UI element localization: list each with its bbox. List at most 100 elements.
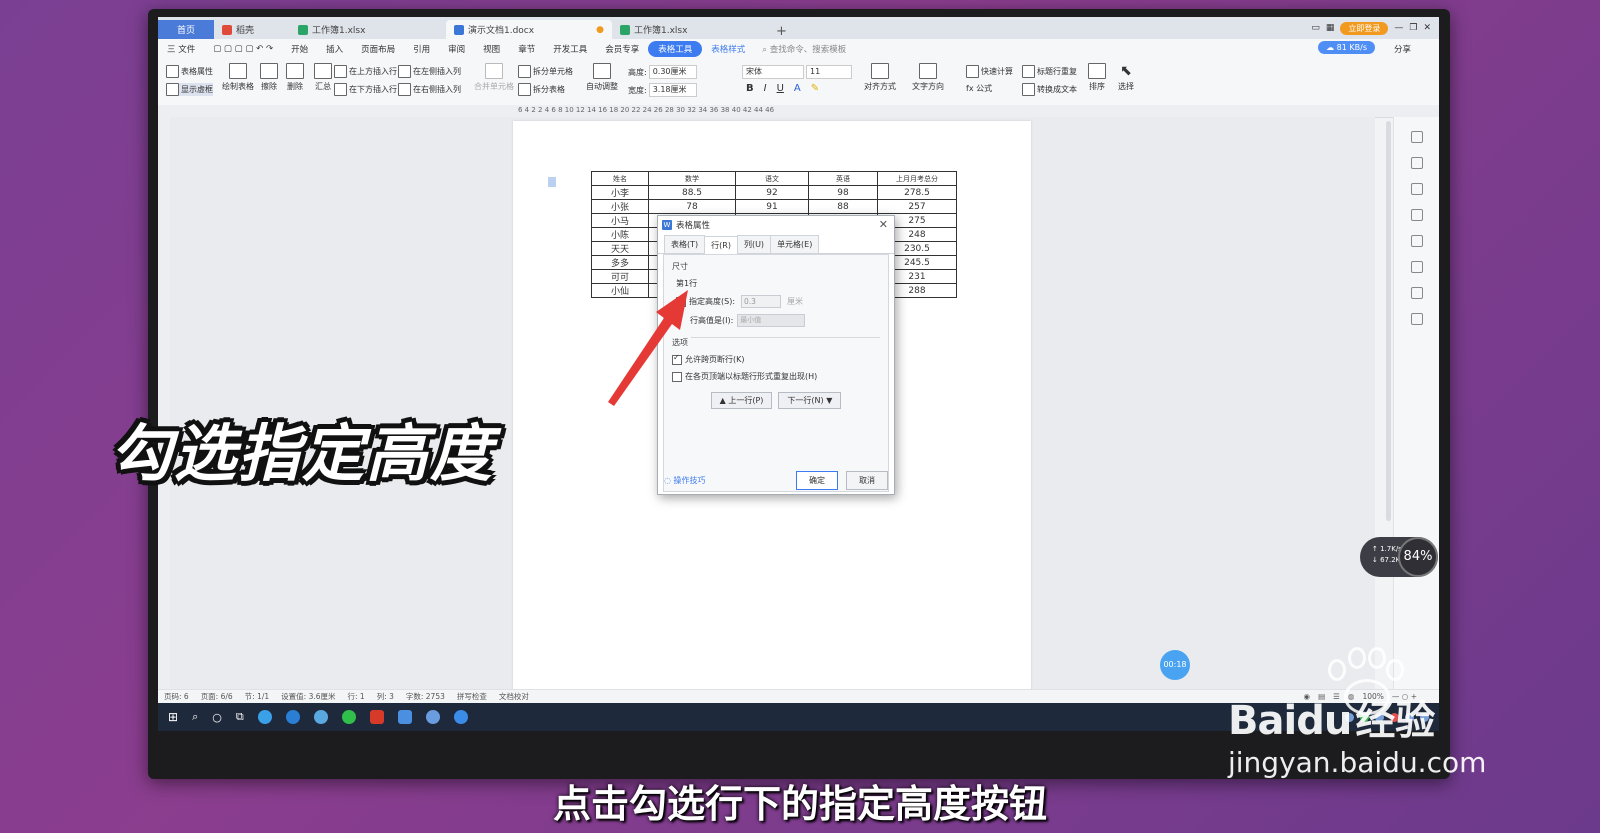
highlight-icon[interactable]: ✎	[811, 83, 819, 94]
cortana-icon[interactable]: ○	[212, 711, 222, 724]
align-button[interactable]: 对齐方式	[864, 63, 896, 92]
quick-access-icons[interactable]: ▢ ▢ ▢ ▢ ↶ ↷	[204, 44, 282, 54]
table-cell[interactable]: 小张	[591, 199, 649, 214]
delete-button[interactable]: 删除	[286, 63, 304, 92]
summary-button[interactable]: 汇总	[314, 63, 332, 92]
menu-table-tools[interactable]: 表格工具	[648, 41, 703, 57]
network-monitor-widget[interactable]: ↑ 1.7K/s ↓ 67.2K/s 84%	[1360, 537, 1438, 577]
grid-icon[interactable]: ▦	[1326, 23, 1335, 33]
row-height-mode-select[interactable]: 最小值	[737, 314, 806, 327]
search-icon[interactable]: ⌕	[192, 710, 198, 724]
table-cell[interactable]: 小陈	[591, 227, 649, 242]
pointer-icon[interactable]	[1410, 183, 1423, 195]
menu-developer[interactable]: 开发工具	[544, 43, 596, 55]
cancel-button[interactable]: 取消	[846, 470, 888, 490]
quick-calc-button[interactable]: 快速计算	[966, 65, 1013, 78]
unit-select[interactable]: 厘米	[787, 296, 803, 307]
tab-docer[interactable]: 稻壳	[214, 20, 290, 39]
font-family-select[interactable]: 宋体	[742, 65, 804, 79]
menu-insert[interactable]: 插入	[317, 43, 352, 55]
table-cell[interactable]: 92	[735, 185, 809, 200]
edge-icon[interactable]	[285, 710, 300, 724]
wechat-icon[interactable]	[341, 710, 356, 724]
browser-icon[interactable]	[257, 710, 272, 724]
layout-icon[interactable]: ▭	[1311, 23, 1320, 33]
restore-icon[interactable]: ❐	[1409, 23, 1417, 33]
task-view-icon[interactable]: ⧉	[236, 710, 244, 724]
vertical-scrollbar[interactable]	[1386, 121, 1391, 521]
table-cell[interactable]: 英语	[808, 171, 878, 186]
review-icon[interactable]	[1410, 261, 1423, 273]
windows-start-icon[interactable]: ⊞	[168, 710, 178, 724]
insert-row-below-button[interactable]: 在下方插入行	[334, 83, 397, 96]
menu-start[interactable]: 开始	[282, 43, 317, 55]
tab-workbook-2[interactable]: 工作簿1.xlsx	[612, 20, 768, 39]
split-cells-button[interactable]: 拆分单元格	[518, 65, 573, 78]
height-input[interactable]: 0.3	[741, 295, 782, 308]
table-cell[interactable]: 上月月考总分	[877, 171, 957, 186]
tab-workbook-1[interactable]: 工作簿1.xlsx	[290, 20, 446, 39]
remote-icon[interactable]	[397, 710, 412, 724]
browser2-icon[interactable]	[453, 710, 468, 724]
insert-col-left-button[interactable]: 在左侧插入列	[398, 65, 461, 78]
table-cell[interactable]: 天天	[591, 241, 649, 256]
tab-home[interactable]: 首页	[158, 20, 214, 39]
table-cell[interactable]: 小李	[591, 185, 649, 200]
recording-timer[interactable]: 00:18	[1160, 650, 1190, 680]
merge-cells-button[interactable]: 合并单元格	[474, 63, 514, 92]
add-tab-icon[interactable]: +	[768, 24, 795, 39]
ok-button[interactable]: 确定	[796, 470, 838, 490]
menu-section[interactable]: 章节	[509, 43, 544, 55]
style-icon[interactable]	[1410, 131, 1423, 143]
menu-view[interactable]: 视图	[474, 43, 509, 55]
settings-sliders-icon[interactable]	[1410, 209, 1423, 221]
table-cell[interactable]: 88.5	[648, 185, 736, 200]
pen-icon[interactable]	[1410, 157, 1423, 169]
title-repeat-button[interactable]: 标题行重复	[1022, 65, 1077, 78]
table-cell[interactable]: 语文	[735, 171, 809, 186]
status-item[interactable]: 拼写检查	[457, 691, 487, 702]
italic-button[interactable]: I	[764, 83, 767, 94]
menu-review[interactable]: 审阅	[439, 43, 474, 55]
menu-references[interactable]: 引用	[404, 43, 439, 55]
shield-icon[interactable]	[1410, 313, 1423, 325]
erase-button[interactable]: 擦除	[260, 63, 278, 92]
text-direction-button[interactable]: 文字方向	[912, 63, 944, 92]
location-icon[interactable]	[1410, 287, 1423, 299]
table-header-row[interactable]: 姓名 数学 语文 英语 上月月考总分	[591, 171, 957, 186]
table-properties-button[interactable]: 表格属性	[166, 65, 213, 78]
bold-button[interactable]: B	[746, 83, 754, 94]
status-item[interactable]: 文档校对	[499, 691, 529, 702]
table-cell[interactable]: 数学	[648, 171, 736, 186]
table-cell[interactable]: 多多	[591, 255, 649, 270]
auto-fit-button[interactable]: 自动调整	[586, 63, 618, 92]
insert-col-right-button[interactable]: 在右侧插入列	[398, 83, 461, 96]
table-cell[interactable]: 姓名	[591, 171, 649, 186]
col-width-input[interactable]: 3.18厘米	[648, 83, 697, 97]
menu-table-style[interactable]: 表格样式	[702, 43, 754, 55]
table-cell[interactable]: 78	[648, 199, 736, 214]
network-app-icon[interactable]	[425, 710, 440, 724]
underline-button[interactable]: U	[777, 83, 784, 94]
tab-cell[interactable]: 单元格(E)	[770, 235, 820, 253]
search-command-input[interactable]: ⌕ 查找命令、搜索模板	[762, 43, 846, 55]
prev-row-button[interactable]: ▲ 上一行(P)	[710, 392, 773, 409]
menu-page-layout[interactable]: 页面布局	[352, 43, 404, 55]
font-color-icon[interactable]: A	[794, 83, 801, 94]
to-text-button[interactable]: 转换成文本	[1022, 83, 1077, 96]
draw-table-button[interactable]: 绘制表格	[222, 63, 254, 92]
font-size-select[interactable]: 11	[806, 65, 852, 79]
minimize-icon[interactable]: —	[1394, 23, 1403, 33]
cloud-sync-badge[interactable]: ☁ 81 KB/s	[1318, 41, 1375, 54]
table-cell[interactable]: 可可	[591, 269, 649, 284]
tab-table[interactable]: 表格(T)	[664, 235, 706, 253]
help-icon[interactable]	[1410, 235, 1423, 247]
menu-member[interactable]: 会员专享	[596, 43, 648, 55]
paragraph-handle-icon[interactable]	[548, 177, 556, 187]
tab-column[interactable]: 列(U)	[736, 235, 772, 253]
share-button[interactable]: 分享	[1394, 43, 1411, 55]
show-gridlines-button[interactable]: 显示虚框	[166, 83, 213, 96]
table-row[interactable]: 小李 88.5 92 98 278.5	[591, 185, 957, 200]
tips-link[interactable]: ◌ 操作技巧	[664, 475, 706, 486]
close-window-icon[interactable]: ✕	[1423, 23, 1431, 33]
